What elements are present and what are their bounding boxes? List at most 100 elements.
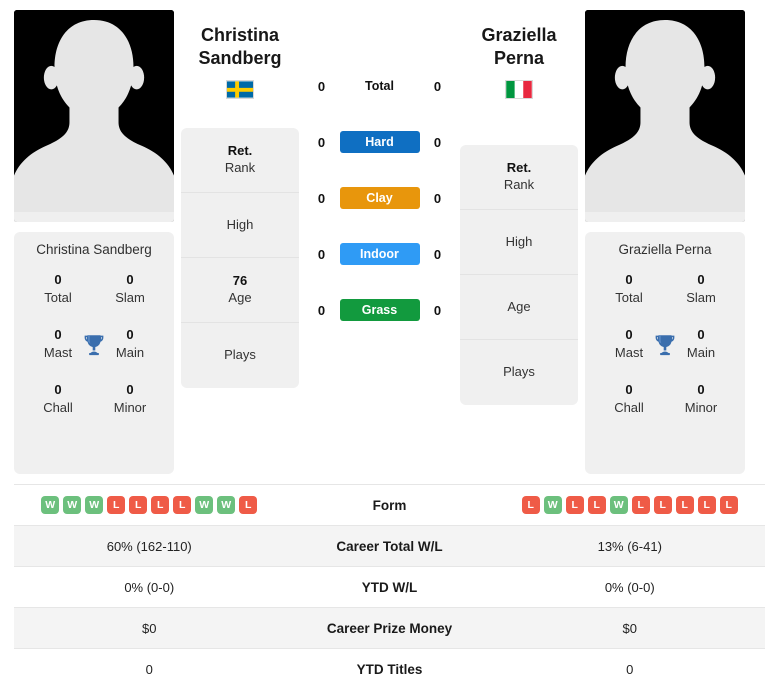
table-row-ytd-wl: 0% (0-0) YTD W/L 0% (0-0) bbox=[14, 566, 765, 607]
right-titles-chall: 0 Chall bbox=[593, 381, 665, 416]
right-info-plays: Plays bbox=[460, 340, 578, 405]
right-surface-indoor-value: 0 bbox=[433, 246, 442, 262]
surface-row-clay: 0 Clay 0 bbox=[300, 170, 459, 226]
label: Age bbox=[507, 298, 531, 314]
right-titles-slam: 0 Slam bbox=[665, 271, 737, 306]
surface-label-clay: Clay bbox=[339, 187, 420, 209]
left-titles-minor: 0 Minor bbox=[94, 381, 166, 416]
left-form-cell: WWWLLLLWWL bbox=[14, 496, 285, 514]
left-info-plays: Plays bbox=[181, 323, 299, 388]
right-titles-grid: 0 Total 0 Slam 0 Mast 0 Main 0 Chall 0 M… bbox=[593, 271, 737, 416]
right-player-name: Graziella Perna bbox=[618, 242, 712, 257]
row-label-career-total-wl: Career Total W/L bbox=[336, 538, 443, 554]
right-form-badge-9: L bbox=[719, 496, 738, 514]
right-titles-total: 0 Total bbox=[593, 271, 665, 306]
right-player-info-card: Ret. Rank High Age Plays bbox=[460, 145, 578, 406]
right-form-badge-0: L bbox=[521, 496, 540, 514]
right-form-badge-8: L bbox=[697, 496, 716, 514]
right-info-age: Age bbox=[460, 275, 578, 341]
label: Total bbox=[44, 289, 72, 305]
value: 0 bbox=[126, 382, 134, 398]
label: Chall bbox=[43, 399, 73, 415]
left-form-badge-5: L bbox=[151, 496, 170, 514]
value: 0 bbox=[54, 382, 62, 398]
left-player-info-column: Christina Sandberg Ret. Rank High 76 Age… bbox=[180, 0, 300, 480]
left-player-titles-card: Christina Sandberg 0 Total 0 Slam 0 Mast bbox=[14, 232, 174, 474]
left-form-badge-3: L bbox=[107, 496, 126, 514]
trophy-icon bbox=[652, 332, 678, 358]
left-form-badge-8: W bbox=[217, 496, 236, 514]
right-player-info-column: Graziella Perna Ret. Rank High Age Plays bbox=[459, 0, 579, 480]
row-label-form: Form bbox=[372, 497, 407, 513]
right-surface-hard-value: 0 bbox=[433, 134, 442, 150]
right-info-high: High bbox=[460, 210, 578, 276]
left-form-badge-1: W bbox=[63, 496, 82, 514]
left-player-info-card: Ret. Rank High 76 Age Plays bbox=[181, 128, 299, 389]
label: High bbox=[505, 233, 533, 249]
left-titles-grid: 0 Total 0 Slam 0 Mast 0 Main 0 Chall 0 M… bbox=[22, 271, 166, 416]
right-player-avatar bbox=[585, 10, 745, 222]
label: Plays bbox=[224, 347, 256, 363]
left-info-rank: Ret. Rank bbox=[181, 128, 299, 194]
right-surface-grass-value: 0 bbox=[433, 302, 442, 318]
label: High bbox=[226, 216, 254, 232]
value: Ret. bbox=[506, 160, 532, 176]
left-titles-slam: 0 Slam bbox=[94, 271, 166, 306]
player-comparison-page: Christina Sandberg 0 Total 0 Slam 0 Mast bbox=[0, 0, 779, 699]
table-row-career-total-wl: 60% (162-110) Career Total W/L 13% (6-41… bbox=[14, 525, 765, 566]
comparison-table: WWWLLLLWWL Form LWLLWLLLLL 60% (162-110)… bbox=[14, 484, 765, 689]
surface-row-total: 0 Total 0 bbox=[300, 58, 459, 114]
label: Age bbox=[228, 290, 252, 306]
left-surface-hard-value: 0 bbox=[317, 134, 326, 150]
right-form-badge-3: L bbox=[587, 496, 606, 514]
left-surface-total-value: 0 bbox=[317, 78, 326, 94]
left-player-avatar bbox=[14, 10, 174, 222]
left-surface-clay-value: 0 bbox=[317, 190, 326, 206]
right-ytd-wl: 0% (0-0) bbox=[604, 579, 655, 595]
player-silhouette-icon bbox=[585, 10, 745, 222]
italy-flag-icon bbox=[505, 80, 533, 100]
table-row-ytd-titles: 0 YTD Titles 0 bbox=[14, 648, 765, 689]
label: Slam bbox=[115, 289, 145, 305]
left-surface-grass-value: 0 bbox=[317, 302, 326, 318]
surface-label-hard: Hard bbox=[339, 131, 420, 153]
left-form-badge-9: L bbox=[239, 496, 258, 514]
surface-label-total: Total bbox=[365, 79, 394, 93]
right-career-prize-money: $0 bbox=[622, 620, 637, 636]
right-form-badge-7: L bbox=[675, 496, 694, 514]
players-overview: Christina Sandberg 0 Total 0 Slam 0 Mast bbox=[0, 0, 779, 480]
right-titles-minor: 0 Minor bbox=[665, 381, 737, 416]
label: Rank bbox=[224, 160, 256, 176]
left-first-name: Christina bbox=[200, 25, 279, 45]
label: Rank bbox=[503, 177, 535, 193]
label: Plays bbox=[503, 364, 535, 380]
right-player-column: Graziella Perna 0 Total 0 Slam 0 Mast 0 … bbox=[579, 0, 759, 480]
right-ytd-titles: 0 bbox=[626, 661, 634, 677]
left-form-badge-6: L bbox=[173, 496, 192, 514]
table-row-career-prize-money: $0 Career Prize Money $0 bbox=[14, 607, 765, 648]
value: 0 bbox=[625, 272, 633, 287]
label: Slam bbox=[686, 289, 716, 305]
left-titles-total: 0 Total bbox=[22, 271, 94, 306]
surface-label-indoor: Indoor bbox=[339, 243, 420, 265]
left-form-badge-4: L bbox=[129, 496, 148, 514]
right-surface-total-value: 0 bbox=[433, 78, 442, 94]
right-form-badges: LWLLWLLLLL bbox=[521, 496, 738, 514]
left-form-badge-2: W bbox=[85, 496, 104, 514]
left-career-prize-money: $0 bbox=[142, 620, 157, 636]
left-info-age: 76 Age bbox=[181, 258, 299, 324]
value: 0 bbox=[126, 272, 134, 287]
surface-titles-column: 0 Total 0 0 Hard 0 0 Clay 0 0 Indoor 0 0 bbox=[300, 0, 459, 480]
right-player-titles-card: Graziella Perna 0 Total 0 Slam 0 Mast 0 … bbox=[585, 232, 745, 474]
right-form-badge-1: W bbox=[543, 496, 562, 514]
right-form-badge-4: W bbox=[609, 496, 628, 514]
right-info-rank: Ret. Rank bbox=[460, 145, 578, 211]
surface-row-grass: 0 Grass 0 bbox=[300, 282, 459, 338]
right-form-cell: LWLLWLLLLL bbox=[495, 496, 766, 514]
value: 0 bbox=[54, 272, 62, 287]
value: 76 bbox=[232, 273, 248, 289]
player-silhouette-icon bbox=[14, 10, 174, 222]
value: Ret. bbox=[227, 143, 253, 159]
left-titles-chall: 0 Chall bbox=[22, 381, 94, 416]
label: Chall bbox=[614, 399, 644, 415]
